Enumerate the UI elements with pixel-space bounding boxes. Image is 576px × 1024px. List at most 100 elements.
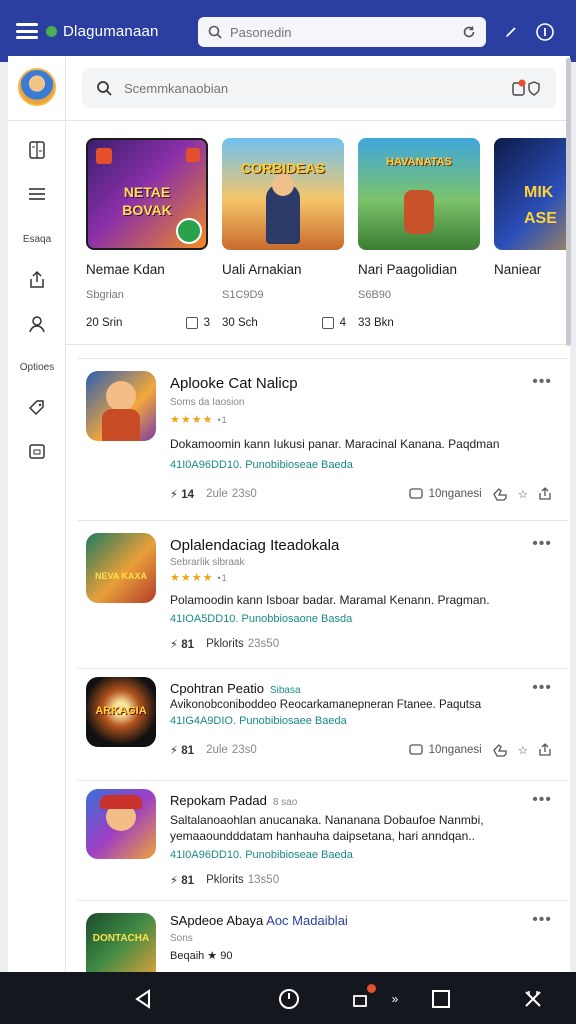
top-search-bar[interactable] [198, 17, 486, 47]
back-icon[interactable] [130, 986, 156, 1012]
featured-size: S1C9D9 [222, 289, 264, 301]
item-meta[interactable]: 41IG4A9DIO. Punobibiosaee Baeda [170, 715, 347, 727]
avatar[interactable] [18, 68, 56, 106]
featured-title: Nari Paagolidian [358, 262, 458, 277]
featured-art: HAVANATAS [358, 138, 480, 250]
app-icon: NEVA KAXA [86, 533, 156, 603]
featured-art-text: NETAE [123, 184, 171, 200]
item-meta[interactable]: 41IOA5DD10. Punobbiosaone Basda [170, 613, 352, 625]
icon-art-text: NEVA KAXA [94, 571, 147, 581]
featured-downloads: 20 Srin [86, 317, 123, 329]
item-stat-number: 23s50 [247, 638, 280, 650]
featured-rating: 3 [203, 317, 210, 329]
featured-item[interactable]: NETAE BOVAK Nemae Kdan Sbgrian 20 Srin 3 [86, 138, 210, 329]
like-icon[interactable] [492, 743, 508, 757]
item-stats-row: ⚡ 81 2ule 23s0 10nganesi ☆ [170, 743, 552, 757]
featured-downloads: 33 Bkn [358, 317, 394, 329]
play-icon[interactable] [176, 218, 202, 244]
star-icon[interactable]: ☆ [518, 487, 528, 501]
user-icon[interactable] [8, 314, 66, 334]
tools-icon[interactable] [520, 986, 546, 1012]
app-icon: DONTACHA [86, 913, 156, 973]
more-options-icon[interactable]: ••• [532, 535, 552, 553]
calendar-icon[interactable] [8, 442, 66, 460]
character-hat [100, 795, 142, 809]
list-icon[interactable] [8, 186, 66, 202]
item-stat: ⚡ 14 [170, 489, 195, 501]
more-options-icon[interactable]: ••• [532, 911, 552, 929]
featured-art-text: HAVANATAS [386, 156, 452, 168]
item-title[interactable]: Repokam Padad 8 sao [170, 793, 297, 808]
featured-title: Uali Arnakian [222, 262, 302, 277]
item-meta[interactable]: 41I0A96DD10. Punobibioseae Baeda [170, 459, 353, 471]
notifications-icon[interactable] [348, 984, 376, 1012]
item-description-2: yemaaoundddatam hanhauha daipsetana, har… [170, 829, 475, 843]
share-icon[interactable] [538, 487, 552, 501]
app-icon: ARKAGIA [86, 677, 156, 747]
more-options-icon[interactable]: ••• [532, 679, 552, 697]
character-face [272, 174, 294, 196]
item-subtitle: Sons [170, 933, 193, 944]
icon-art-text: ARKAGIA [95, 705, 147, 717]
swap-icon[interactable]: » [382, 986, 408, 1012]
item-stat-number: 13s50 [247, 874, 280, 886]
notification-icon[interactable] [512, 79, 542, 97]
item-stats-row: ⚡ 14 2ule 23s0 10nganesi ☆ [170, 487, 552, 501]
list-item[interactable]: NEVA KAXA Oplalendaciag Iteadokala Sebra… [78, 520, 568, 668]
list-item[interactable]: ARKAGIA Cpohtran Peatio Sibasa Avikonobco… [78, 668, 568, 768]
badge-icon [186, 148, 200, 162]
comment-button[interactable]: 10nganesi [408, 488, 482, 500]
star-icon[interactable]: ☆ [518, 743, 528, 757]
more-options-icon[interactable]: ••• [532, 791, 552, 809]
library-icon[interactable] [8, 140, 66, 160]
top-search-input[interactable] [230, 24, 462, 40]
list-item[interactable]: Aplooke Cat Nalicp Soms da Iaosion ★★★★ … [78, 358, 568, 516]
search-icon [96, 80, 112, 96]
divider [66, 344, 570, 345]
featured-item[interactable]: MIK ASE Naniear [494, 138, 570, 277]
comment-label: 10nganesi [428, 744, 482, 756]
share-icon[interactable] [8, 270, 66, 290]
share-icon[interactable] [538, 743, 552, 757]
item-stats-row: ⚡ 81 Pklorits 13s50 [170, 873, 552, 887]
item-meta[interactable]: 41I0A96DD10. Punobibioseae Baeda [170, 849, 353, 861]
rating-stars: ★★★★ •1 [170, 414, 228, 426]
item-stat: ⚡ 81 [170, 745, 195, 757]
main-search-bar[interactable] [82, 68, 556, 108]
comment-button[interactable]: 10nganesi [408, 744, 482, 756]
featured-footer: 30 Sch 4 [222, 317, 346, 329]
item-title[interactable]: Oplalendaciag Iteadokala [170, 537, 339, 554]
featured-carousel[interactable]: NETAE BOVAK Nemae Kdan Sbgrian 20 Srin 3… [66, 122, 570, 344]
power-icon[interactable] [276, 986, 302, 1012]
menu-icon[interactable] [16, 23, 38, 39]
search-icon [208, 25, 222, 39]
comment-label: 10nganesi [428, 488, 482, 500]
featured-item[interactable]: CORBIDEAS Uali Arnakian S1C9D9 30 Sch 4 [222, 138, 346, 329]
edit-icon[interactable] [498, 19, 524, 45]
rail-label-1: Esaqa [22, 234, 52, 245]
like-icon[interactable] [492, 487, 508, 501]
item-subtitle: Sebrarlik slbraak [170, 557, 245, 568]
list-item[interactable]: DONTACHA SApdeoe Abaya Aoc Madaiblai Son… [78, 900, 568, 973]
item-description: Avikonobconiboddeo Reocarkamanepneran Ft… [170, 699, 482, 711]
divider [66, 120, 570, 121]
item-description: Polamoodin kann Isboar badar. Maramal Ke… [170, 593, 490, 607]
refresh-icon[interactable] [462, 25, 476, 39]
featured-item[interactable]: HAVANATAS Nari Paagolidian S6B90 33 Bkn [358, 138, 482, 329]
list-item[interactable]: Repokam Padad 8 sao Saltalanoaohlan anuca… [78, 780, 568, 900]
more-options-icon[interactable]: ••• [532, 373, 552, 391]
item-title[interactable]: Aplooke Cat Nalicp [170, 375, 298, 392]
main-search-input[interactable] [124, 80, 512, 96]
featured-title: Naniear [494, 262, 542, 277]
character-body [102, 409, 140, 441]
featured-art: CORBIDEAS [222, 138, 344, 250]
recent-apps-icon[interactable] [428, 986, 454, 1012]
scrollbar[interactable] [566, 58, 571, 346]
app-logo-icon [46, 25, 57, 37]
info-icon[interactable] [532, 19, 558, 45]
featured-footer: 33 Bkn [358, 317, 482, 329]
item-title[interactable]: Cpohtran Peatio Sibasa [170, 681, 301, 696]
tag-icon[interactable] [8, 398, 66, 418]
item-title[interactable]: SApdeoe Abaya Aoc Madaiblai [170, 913, 348, 928]
icon-art-text: DONTACHA [92, 933, 150, 944]
